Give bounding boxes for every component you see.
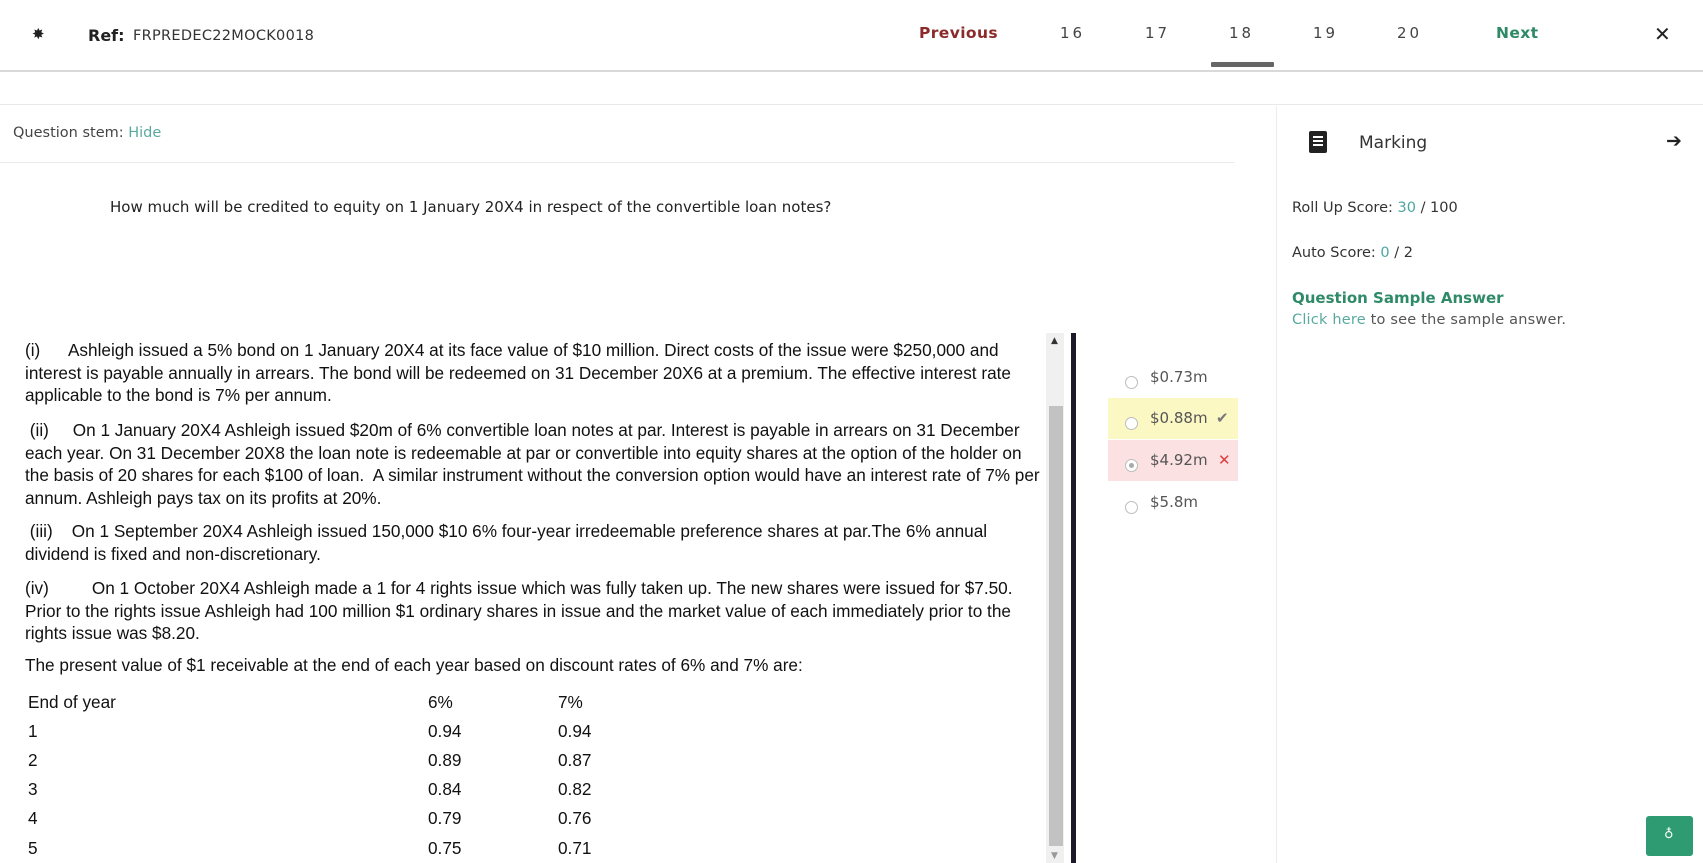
table-cell: 0.89: [428, 750, 462, 770]
document-icon: [1309, 131, 1327, 153]
question-text: How much will be credited to equity on 1…: [110, 198, 832, 216]
table-header-cell: 7%: [558, 692, 583, 712]
auto-score: Auto Score: 0 / 2: [1292, 245, 1413, 261]
gear-icon[interactable]: ✸: [32, 26, 48, 42]
hint-button[interactable]: ♁: [1646, 816, 1693, 856]
table-cell: 0.79: [428, 808, 462, 828]
table-row: 3 0.84 0.82: [28, 778, 628, 807]
table-row: 4 0.79 0.76: [28, 807, 628, 836]
table-cell: 1: [28, 721, 38, 741]
previous-button[interactable]: Previous: [919, 24, 998, 42]
answer-option-c[interactable]: $4.92m ✕: [1108, 440, 1238, 481]
lightbulb-icon: ♁: [1664, 827, 1674, 842]
table-cell: 0.82: [558, 779, 592, 799]
question-nav-19[interactable]: 19: [1313, 24, 1338, 42]
ref-value: FRPREDEC22MOCK0018: [133, 28, 315, 44]
answer-option-b[interactable]: $0.88m ✔: [1108, 398, 1238, 439]
table-cell: 2: [28, 750, 38, 770]
radio-button[interactable]: [1125, 376, 1138, 389]
table-cell: 0.71: [558, 838, 592, 858]
table-header-row: End of year 6% 7%: [28, 691, 628, 720]
marking-title: Marking: [1359, 133, 1428, 153]
rollup-score-value: 30: [1397, 200, 1416, 216]
radio-button[interactable]: [1125, 501, 1138, 514]
radio-button-selected[interactable]: [1125, 459, 1138, 472]
question-nav-18[interactable]: 18: [1229, 24, 1254, 42]
question-stem-row: Question stem: Hide: [13, 125, 161, 141]
rollup-score: Roll Up Score: 30 / 100: [1292, 200, 1458, 216]
arrow-right-icon[interactable]: ➔: [1666, 130, 1682, 152]
table-cell: 3: [28, 779, 38, 799]
question-nav-16[interactable]: 16: [1060, 24, 1085, 42]
answer-option-a[interactable]: $0.73m: [1108, 357, 1238, 398]
table-row: 5 0.75 0.71: [28, 837, 628, 863]
stem-divider: [0, 162, 1235, 163]
table-cell: 0.84: [428, 779, 462, 799]
radio-button[interactable]: [1125, 417, 1138, 430]
sample-answer-title: Question Sample Answer: [1292, 289, 1504, 307]
active-question-indicator: [1211, 62, 1274, 67]
table-cell: 0.87: [558, 750, 592, 770]
toolbar-divider: [0, 104, 1703, 105]
close-icon[interactable]: ✕: [1654, 22, 1671, 46]
cross-icon: ✕: [1218, 451, 1231, 469]
table-cell: 0.94: [428, 721, 462, 741]
rollup-score-label: Roll Up Score:: [1292, 200, 1393, 216]
scrollbar-thumb[interactable]: [1049, 406, 1063, 846]
auto-score-label: Auto Score:: [1292, 245, 1376, 261]
table-cell: 5: [28, 838, 38, 858]
scenario-paragraph-i: (i) Ashleigh issued a 5% bond on 1 Janua…: [25, 340, 1016, 405]
hide-stem-link[interactable]: Hide: [128, 125, 161, 141]
auto-score-total: / 2: [1394, 245, 1413, 261]
scenario-pane[interactable]: (i) Ashleigh issued a 5% bond on 1 Janua…: [16, 333, 1046, 863]
scenario-paragraph-ii: (ii) On 1 January 20X4 Ashleigh issued $…: [25, 420, 1045, 508]
scenario-paragraph-iii: (iii) On 1 September 20X4 Ashleigh issue…: [25, 521, 992, 564]
next-button[interactable]: Next: [1496, 24, 1539, 42]
sample-answer-text: to see the sample answer.: [1365, 312, 1567, 328]
table-cell: 4: [28, 808, 38, 828]
scenario-paragraph-iv: (iv) On 1 October 20X4 Ashleigh made a 1…: [25, 578, 1018, 643]
pane-divider: [1071, 333, 1076, 863]
discount-rates-intro: The present value of $1 receivable at th…: [25, 655, 803, 675]
marking-panel: Marking ➔ Roll Up Score: 30 / 100 Auto S…: [1276, 106, 1703, 863]
table-row: 1 0.94 0.94: [28, 720, 628, 749]
table-cell: 0.76: [558, 808, 592, 828]
sample-answer-link[interactable]: Click here: [1292, 312, 1366, 328]
ref-label: Ref:: [88, 26, 125, 45]
table-cell: 0.94: [558, 721, 592, 741]
table-cell: 0.75: [428, 838, 462, 858]
table-row: 2 0.89 0.87: [28, 749, 628, 778]
table-header-cell: End of year: [28, 692, 116, 712]
auto-score-value: 0: [1380, 245, 1390, 261]
answer-option-d[interactable]: $5.8m: [1108, 482, 1238, 523]
option-label: $4.92m: [1150, 451, 1208, 469]
option-label: $0.88m: [1150, 409, 1208, 427]
check-icon: ✔: [1216, 409, 1229, 427]
question-nav-20[interactable]: 20: [1397, 24, 1422, 42]
top-bar: ✸ Ref: FRPREDEC22MOCK0018 Previous 16 17…: [0, 0, 1703, 72]
scroll-up-arrow-icon[interactable]: ▲: [1051, 336, 1058, 346]
question-nav-17[interactable]: 17: [1145, 24, 1170, 42]
option-label: $5.8m: [1150, 493, 1199, 511]
sample-answer-hint: Click here to see the sample answer.: [1292, 312, 1566, 328]
question-stem-label: Question stem:: [13, 125, 124, 141]
option-label: $0.73m: [1150, 368, 1208, 386]
scroll-down-arrow-icon[interactable]: ▼: [1051, 851, 1058, 861]
table-header-cell: 6%: [428, 692, 453, 712]
rollup-score-total: / 100: [1420, 200, 1458, 216]
